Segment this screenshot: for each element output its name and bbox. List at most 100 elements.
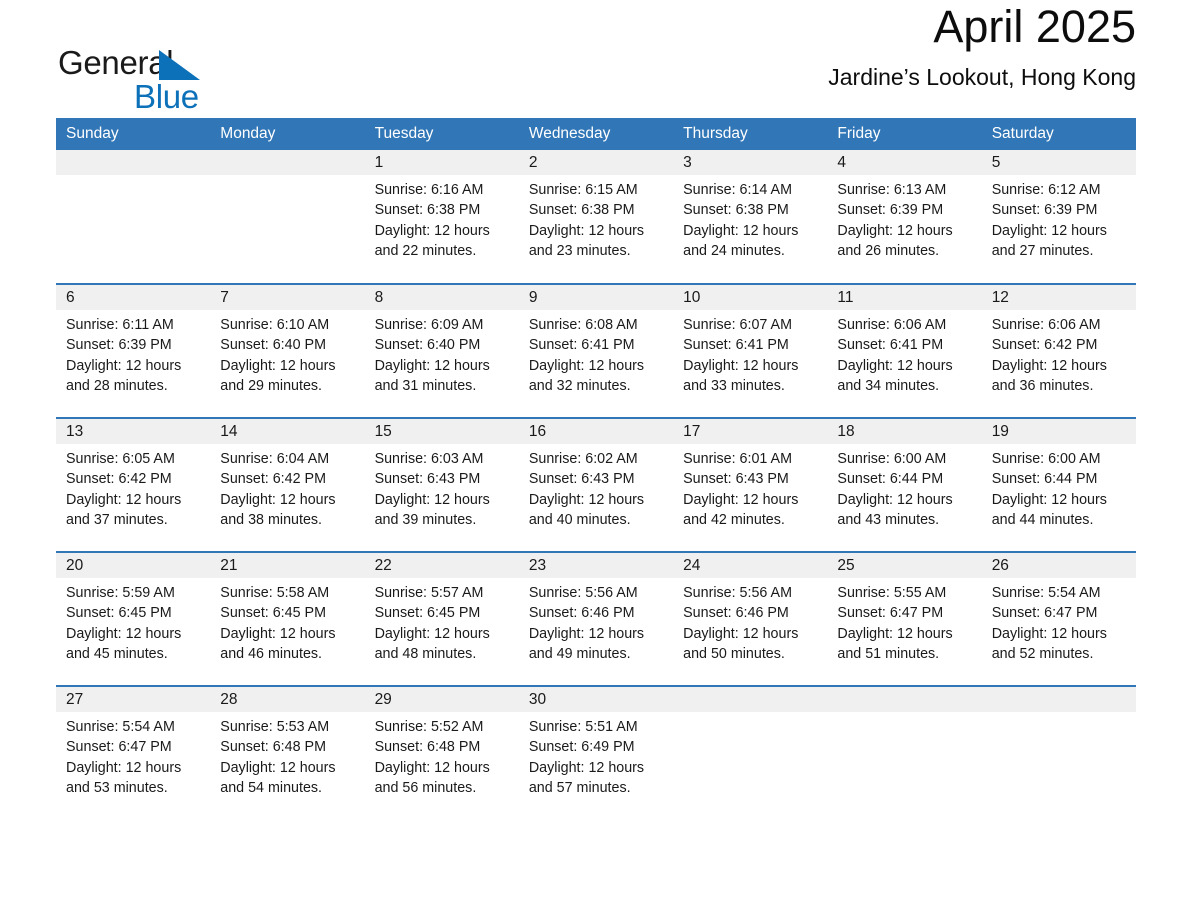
day-number: 12	[981, 285, 1136, 311]
weekday-header-saturday: Saturday	[981, 118, 1136, 151]
day-number: 17	[673, 419, 828, 445]
weekday-header-tuesday: Tuesday	[364, 118, 519, 151]
day-sun-info: Sunrise: 6:16 AM Sunset: 6:38 PM Dayligh…	[374, 182, 490, 259]
day-number: 6	[56, 285, 211, 311]
day-number: 3	[673, 150, 828, 176]
day-number: 24	[673, 553, 828, 579]
day-cell[interactable]: 19 Sunrise: 6:00 AM Sunset: 6:44 PM Dayli…	[981, 417, 1136, 553]
day-number: 8	[364, 285, 519, 311]
day-cell[interactable]: 2 Sunrise: 6:15 AM Sunset: 6:38 PM Daylig…	[518, 150, 674, 285]
day-number: 15	[364, 419, 519, 445]
day-sun-info: Sunrise: 6:00 AM Sunset: 6:44 PM Dayligh…	[991, 451, 1107, 528]
calendar-week-row: 20 Sunrise: 5:59 AM Sunset: 6:45 PM Dayli…	[56, 551, 1136, 687]
sunrise-sunset-calendar: Sunday Monday Tuesday Wednesday Thursday…	[56, 118, 1136, 821]
day-number: 13	[56, 419, 211, 445]
day-cell[interactable]: 22 Sunrise: 5:57 AM Sunset: 6:45 PM Dayli…	[364, 551, 519, 687]
day-cell[interactable]: 9 Sunrise: 6:08 AM Sunset: 6:41 PM Daylig…	[518, 283, 674, 419]
day-cell[interactable]: 6 Sunrise: 6:11 AM Sunset: 6:39 PM Daylig…	[56, 283, 211, 419]
weekday-header-sunday: Sunday	[56, 118, 211, 151]
day-cell[interactable]: 21 Sunrise: 5:58 AM Sunset: 6:45 PM Dayli…	[210, 551, 365, 687]
page-title: April 2025	[933, 1, 1136, 52]
calendar-week-row: 6 Sunrise: 6:11 AM Sunset: 6:39 PM Daylig…	[56, 283, 1136, 419]
day-sun-info: Sunrise: 6:09 AM Sunset: 6:40 PM Dayligh…	[374, 317, 490, 394]
day-cell[interactable]: 27 Sunrise: 5:54 AM Sunset: 6:47 PM Dayli…	[56, 685, 211, 821]
day-sun-info: Sunrise: 6:05 AM Sunset: 6:42 PM Dayligh…	[66, 451, 182, 528]
day-cell[interactable]: 28 Sunrise: 5:53 AM Sunset: 6:48 PM Dayli…	[210, 685, 365, 821]
day-number: 25	[827, 553, 982, 579]
day-number: 30	[518, 687, 674, 713]
day-sun-info: Sunrise: 6:13 AM Sunset: 6:39 PM Dayligh…	[837, 182, 953, 259]
day-number: 7	[210, 285, 365, 311]
day-number: 4	[827, 150, 982, 176]
calendar-page: General Blue April 2025 Jardine’s Lookou…	[0, 0, 1188, 918]
day-cell[interactable]: 20 Sunrise: 5:59 AM Sunset: 6:45 PM Dayli…	[56, 551, 211, 687]
day-sun-info: Sunrise: 6:03 AM Sunset: 6:43 PM Dayligh…	[374, 451, 490, 528]
day-cell[interactable]: 15 Sunrise: 6:03 AM Sunset: 6:43 PM Dayli…	[364, 417, 519, 553]
day-sun-info: Sunrise: 5:52 AM Sunset: 6:48 PM Dayligh…	[374, 719, 490, 796]
day-cell[interactable]: 26 Sunrise: 5:54 AM Sunset: 6:47 PM Dayli…	[981, 551, 1136, 687]
day-number: 16	[518, 419, 674, 445]
day-number: 2	[518, 150, 674, 176]
day-sun-info: Sunrise: 5:54 AM Sunset: 6:47 PM Dayligh…	[66, 719, 182, 796]
day-cell[interactable]: 24 Sunrise: 5:56 AM Sunset: 6:46 PM Dayli…	[673, 551, 828, 687]
day-sun-info: Sunrise: 5:51 AM Sunset: 6:49 PM Dayligh…	[528, 719, 645, 796]
day-cell[interactable]: 18 Sunrise: 6:00 AM Sunset: 6:44 PM Dayli…	[827, 417, 982, 553]
day-number: 5	[981, 150, 1136, 176]
day-cell[interactable]: 3 Sunrise: 6:14 AM Sunset: 6:38 PM Daylig…	[673, 150, 828, 285]
day-sun-info: Sunrise: 6:02 AM Sunset: 6:43 PM Dayligh…	[528, 451, 645, 528]
calendar-week-row: 13 Sunrise: 6:05 AM Sunset: 6:42 PM Dayli…	[56, 417, 1136, 553]
day-sun-info: Sunrise: 6:06 AM Sunset: 6:41 PM Dayligh…	[837, 317, 953, 394]
day-sun-info: Sunrise: 6:06 AM Sunset: 6:42 PM Dayligh…	[991, 317, 1107, 394]
day-cell[interactable]: 30 Sunrise: 5:51 AM Sunset: 6:49 PM Dayli…	[518, 685, 674, 821]
calendar-week-row: 1 Sunrise: 6:16 AM Sunset: 6:38 PM Daylig…	[56, 150, 1136, 285]
day-cell[interactable]: 13 Sunrise: 6:05 AM Sunset: 6:42 PM Dayli…	[56, 417, 211, 553]
day-cell[interactable]: 7 Sunrise: 6:10 AM Sunset: 6:40 PM Daylig…	[210, 283, 365, 419]
day-number: 18	[827, 419, 982, 445]
day-cell-empty	[210, 150, 365, 285]
day-number	[981, 687, 1136, 713]
triangle-icon	[159, 50, 200, 80]
weekday-header-wednesday: Wednesday	[518, 118, 674, 151]
day-number	[210, 150, 365, 176]
day-cell[interactable]: 29 Sunrise: 5:52 AM Sunset: 6:48 PM Dayli…	[364, 685, 519, 821]
day-sun-info: Sunrise: 5:58 AM Sunset: 6:45 PM Dayligh…	[220, 585, 336, 662]
day-cell[interactable]: 5 Sunrise: 6:12 AM Sunset: 6:39 PM Daylig…	[981, 150, 1136, 285]
day-sun-info: Sunrise: 5:59 AM Sunset: 6:45 PM Dayligh…	[66, 585, 182, 662]
calendar-header-row: Sunday Monday Tuesday Wednesday Thursday…	[56, 118, 1136, 151]
day-number: 27	[56, 687, 211, 713]
calendar-body: 1 Sunrise: 6:16 AM Sunset: 6:38 PM Daylig…	[56, 150, 1136, 821]
day-number	[673, 687, 828, 713]
day-sun-info: Sunrise: 6:08 AM Sunset: 6:41 PM Dayligh…	[528, 317, 645, 394]
day-cell-empty	[56, 150, 211, 285]
day-number	[827, 687, 982, 713]
day-cell[interactable]: 1 Sunrise: 6:16 AM Sunset: 6:38 PM Daylig…	[364, 150, 519, 285]
day-sun-info: Sunrise: 6:07 AM Sunset: 6:41 PM Dayligh…	[683, 317, 799, 394]
day-number: 9	[518, 285, 674, 311]
day-number: 26	[981, 553, 1136, 579]
day-number: 22	[364, 553, 519, 579]
day-sun-info: Sunrise: 5:55 AM Sunset: 6:47 PM Dayligh…	[837, 585, 953, 662]
day-cell[interactable]: 4 Sunrise: 6:13 AM Sunset: 6:39 PM Daylig…	[827, 150, 982, 285]
day-cell[interactable]: 14 Sunrise: 6:04 AM Sunset: 6:42 PM Dayli…	[210, 417, 365, 553]
day-number: 23	[518, 553, 674, 579]
day-cell[interactable]: 8 Sunrise: 6:09 AM Sunset: 6:40 PM Daylig…	[364, 283, 519, 419]
day-cell[interactable]: 25 Sunrise: 5:55 AM Sunset: 6:47 PM Dayli…	[827, 551, 982, 687]
day-number: 10	[673, 285, 828, 311]
day-number: 29	[364, 687, 519, 713]
day-number	[56, 150, 211, 176]
weekday-header-monday: Monday	[210, 118, 365, 151]
day-number: 14	[210, 419, 365, 445]
day-sun-info: Sunrise: 6:00 AM Sunset: 6:44 PM Dayligh…	[837, 451, 953, 528]
general-blue-logo: General Blue	[58, 46, 238, 122]
day-number: 21	[210, 553, 365, 579]
day-number: 28	[210, 687, 365, 713]
day-number: 11	[827, 285, 982, 311]
day-cell[interactable]: 23 Sunrise: 5:56 AM Sunset: 6:46 PM Dayli…	[518, 551, 674, 687]
day-cell[interactable]: 11 Sunrise: 6:06 AM Sunset: 6:41 PM Dayli…	[827, 283, 982, 419]
title-block: April 2025 Jardine’s Lookout, Hong Kong	[828, 0, 1136, 90]
day-cell[interactable]: 12 Sunrise: 6:06 AM Sunset: 6:42 PM Dayli…	[981, 283, 1136, 419]
day-cell[interactable]: 17 Sunrise: 6:01 AM Sunset: 6:43 PM Dayli…	[673, 417, 828, 553]
day-cell[interactable]: 16 Sunrise: 6:02 AM Sunset: 6:43 PM Dayli…	[518, 417, 674, 553]
day-cell[interactable]: 10 Sunrise: 6:07 AM Sunset: 6:41 PM Dayli…	[673, 283, 828, 419]
day-number: 19	[981, 419, 1136, 445]
